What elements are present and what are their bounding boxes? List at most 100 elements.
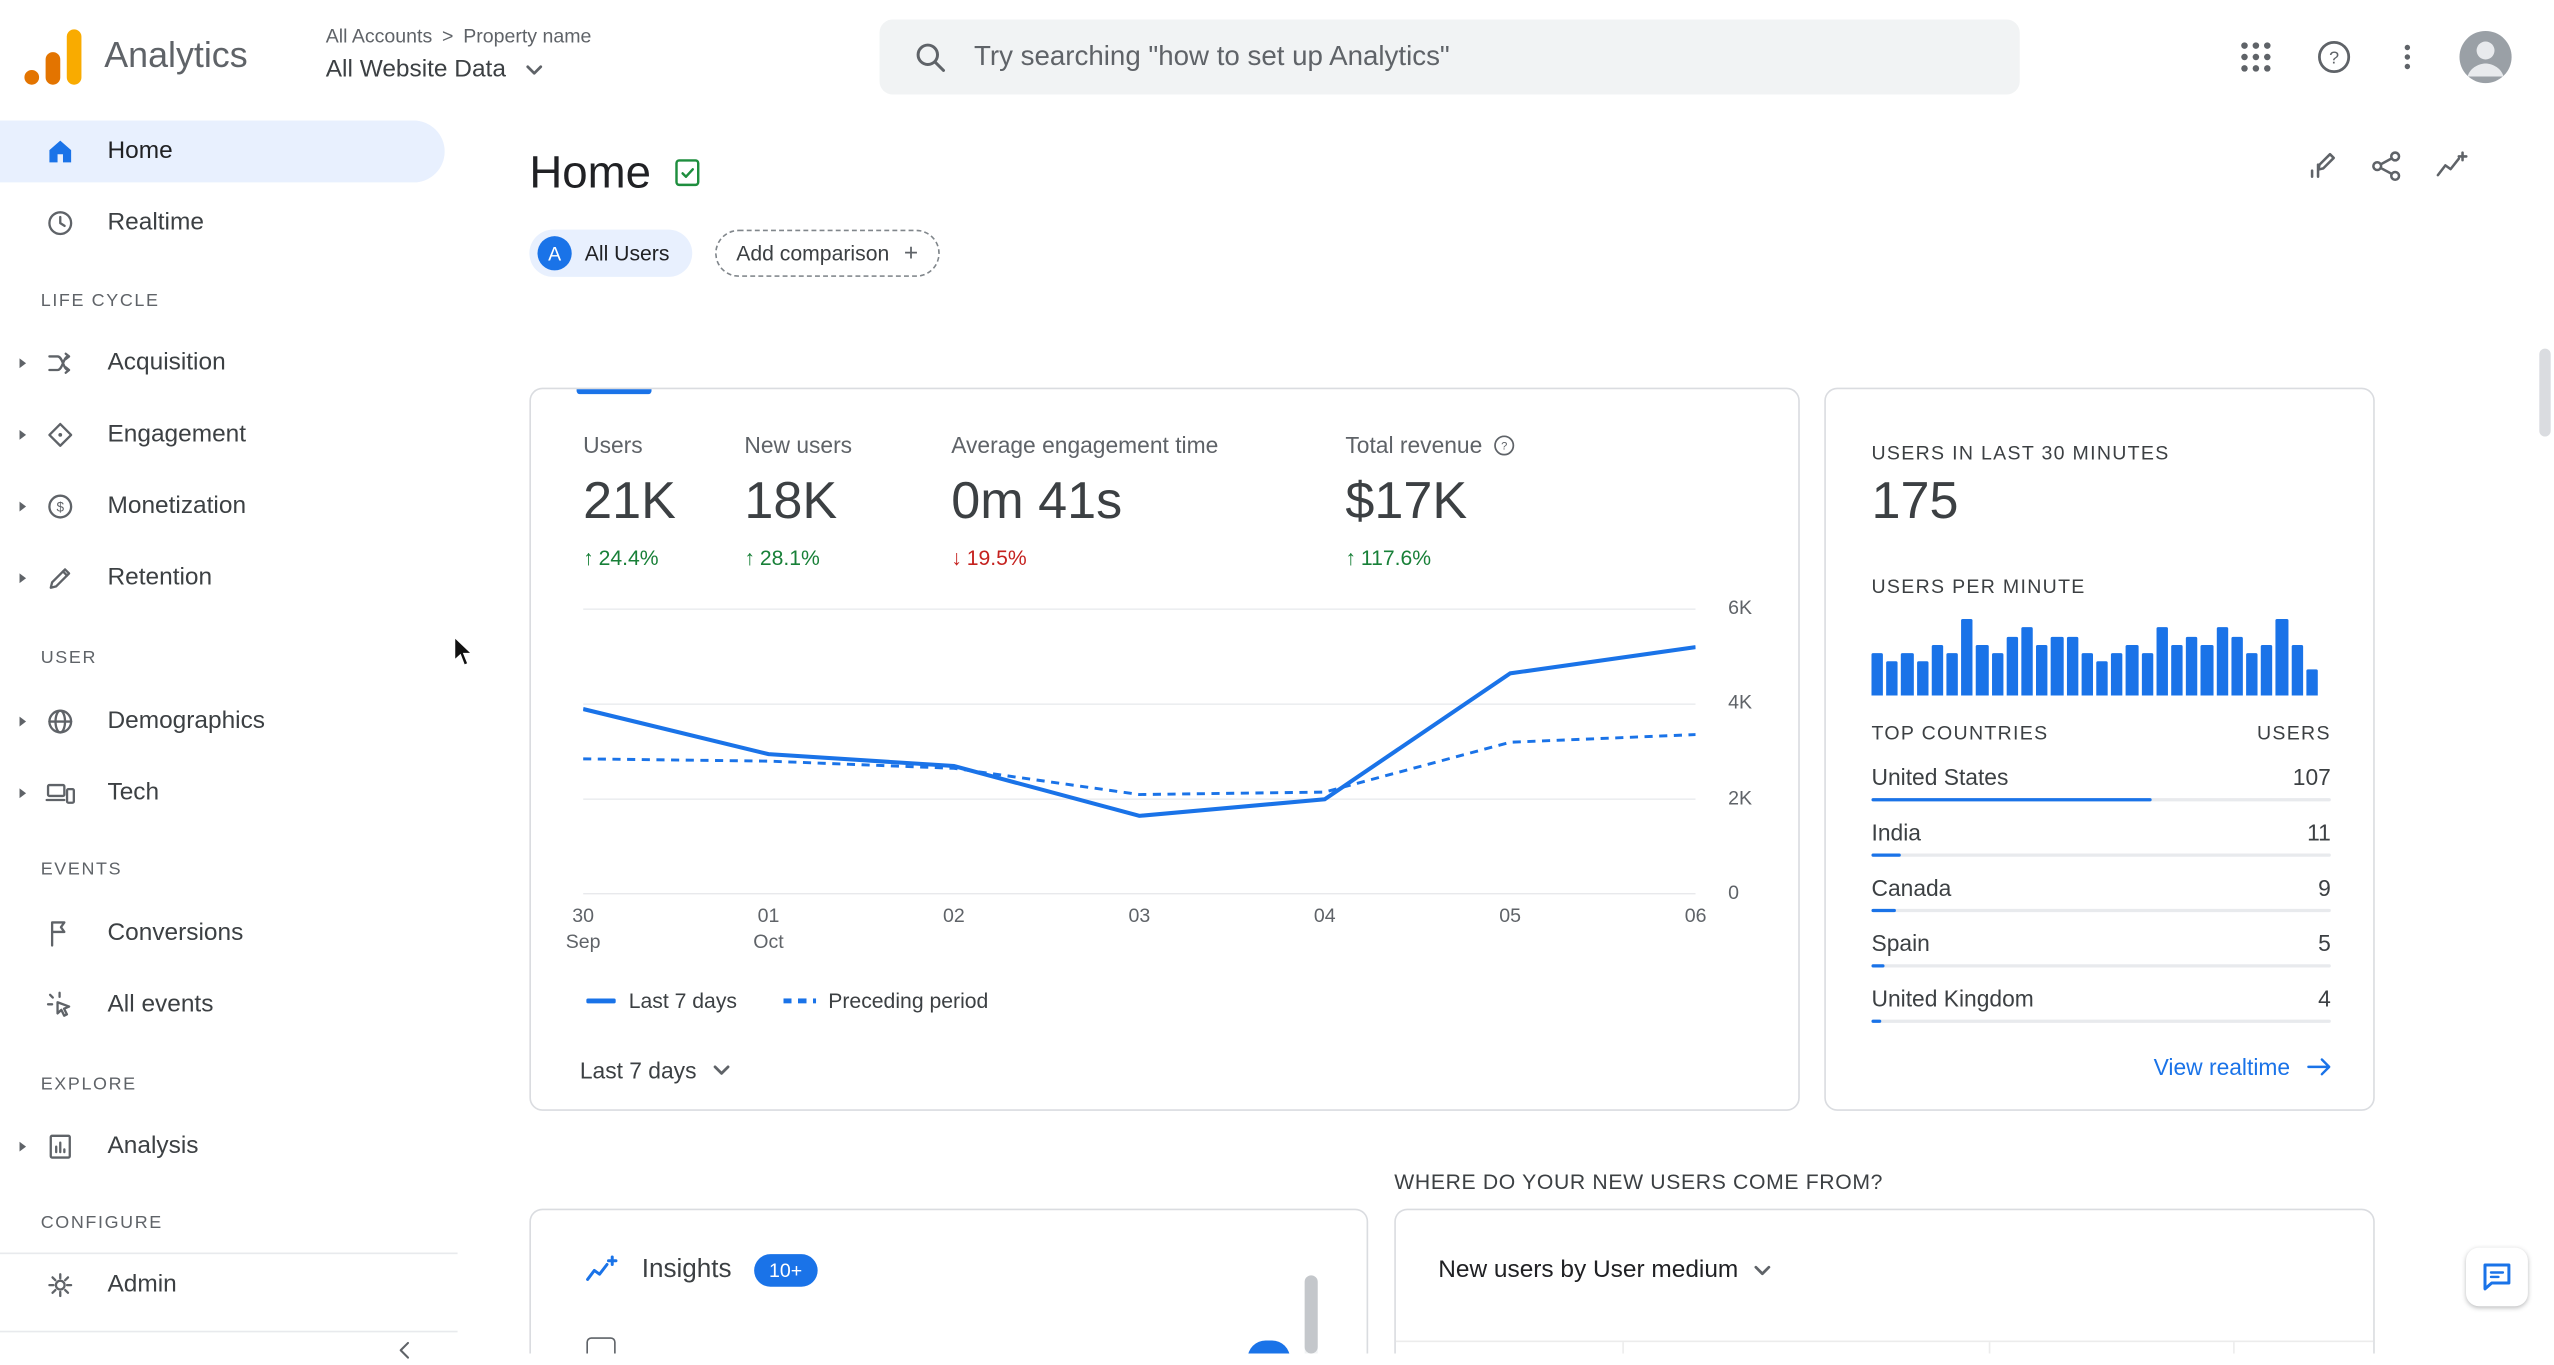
apps-grid-icon[interactable] [2236,37,2275,76]
sidebar-item-monetization[interactable]: $ Monetization [0,476,445,538]
expand-arrow-icon [19,1141,27,1152]
sidebar-item-retention[interactable]: Retention [0,547,445,609]
metric-delta: ↑ 28.1% [744,545,820,571]
property-selector[interactable]: All Website Data [326,55,542,83]
x-axis-labels: 30 Sep 01 Oct 02 03 04 05 06 [565,903,1707,953]
customize-report-icon[interactable] [2303,148,2339,184]
active-tab-indicator [576,389,652,395]
table-column-divider [1988,1342,1991,1354]
country-bar [1871,908,1896,913]
page-scrollbar-thumb[interactable] [2539,348,2551,437]
country-row: India 11 [1871,819,2331,857]
chevron-down-icon [525,64,542,74]
chat-icon [2483,1263,2511,1291]
ga-home-screen: Analytics All Accounts > Property name A… [0,0,2554,1359]
share-icon[interactable] [2368,148,2404,184]
insights-card[interactable]: Insights 10+ [529,1208,1369,1354]
topbar: Analytics All Accounts > Property name A… [0,0,2554,115]
dimension-selector[interactable]: New users by User medium [1438,1256,1771,1283]
expand-arrow-icon [19,573,27,584]
svg-text:$: $ [56,499,64,514]
chart-legend: Last 7 days Preceding period [586,989,988,1013]
breadcrumb-all-accounts[interactable]: All Accounts [326,24,432,47]
flag-icon [50,921,66,947]
arrow-right-icon [2307,1058,2331,1076]
sidebar-item-tech[interactable]: Tech [0,762,445,824]
top-countries-header: TOP COUNTRIES USERS [1871,721,2331,745]
sidebar-divider [0,1330,458,1333]
section-user: USER [40,648,98,668]
segment-badge: A [537,236,572,271]
all-users-chip[interactable]: A All Users [529,229,693,277]
help-icon[interactable]: ? [2315,37,2354,76]
report-check-icon [674,159,699,187]
legend-last-7-days: Last 7 days [586,989,737,1013]
section-events: EVENTS [40,860,123,880]
table-column-divider [1622,1342,1624,1354]
metric-new-users[interactable]: New users 18K ↑ 28.1% [744,432,852,570]
users-per-minute-title: USERS PER MINUTE [1871,574,2086,598]
sidebar-item-realtime[interactable]: Realtime [0,192,445,254]
sidebar-item-admin[interactable]: Admin [0,1254,445,1316]
insights-scrollbar-thumb[interactable] [1304,1275,1318,1354]
insights-count-badge: 10+ [754,1254,817,1287]
devices-icon [45,783,75,804]
breadcrumb-separator: > [442,24,454,48]
sidebar-item-acquisition[interactable]: Acquisition [0,332,445,394]
insight-item-badge [1247,1340,1291,1354]
search-bar[interactable] [879,19,2020,95]
expand-arrow-icon [19,788,27,799]
sidebar-item-all-events[interactable]: All events [0,974,445,1036]
view-realtime-link[interactable]: View realtime [2154,1054,2334,1080]
click-pointer-icon [46,991,71,1017]
country-row: Spain 5 [1871,930,2331,968]
search-icon [916,43,945,72]
country-bar [1871,798,2153,802]
svg-text:?: ? [1501,440,1507,452]
avatar[interactable] [2459,30,2512,84]
breadcrumb-property[interactable]: Property name [463,24,591,47]
home-icon [49,140,72,163]
add-comparison-button[interactable]: Add comparison + [715,229,940,277]
sidebar-item-conversions[interactable]: Conversions [0,902,445,964]
sidebar-item-analysis[interactable]: Analysis [0,1116,445,1178]
country-bar [1871,964,1885,968]
sidebar: Home Realtime LIFE CYCLE Acquisition Eng… [0,114,458,1359]
analytics-logo-icon[interactable] [24,26,86,88]
metric-delta: ↑ 117.6% [1345,545,1432,571]
acquisition-icon [48,352,71,374]
clock-icon [48,211,73,236]
more-options-icon[interactable] [2391,37,2424,76]
gear-icon [48,1273,73,1298]
sidebar-item-engagement[interactable]: Engagement [0,404,445,466]
insights-spark-icon [586,1255,618,1281]
search-input[interactable] [970,39,1955,75]
insights-icon[interactable] [2433,148,2469,184]
help-icon[interactable]: ? [1492,432,1516,456]
feedback-chat-button[interactable] [2466,1247,2528,1307]
table-column-divider [2233,1342,2235,1354]
solid-line-sample [586,998,616,1004]
new-users-card: New users by User medium [1394,1208,2375,1354]
expand-arrow-icon [19,430,27,440]
realtime-title: USERS IN LAST 30 MINUTES [1871,441,2170,465]
sidebar-item-home[interactable]: Home [0,120,445,183]
analysis-icon [49,1134,71,1159]
chevron-down-icon [713,1065,729,1075]
svg-text:?: ? [2329,48,2339,68]
top-countries-list: United States 107 India 11 Canada 9 Spain 5 … [1871,764,2331,1041]
section-configure: CONFIGURE [40,1213,163,1234]
metric-users[interactable]: Users 21K ↑ 24.4% [583,432,676,570]
users-trend-chart-region [583,588,1696,895]
monetization-icon: $ [48,494,73,519]
product-name: Analytics [104,34,248,75]
collapse-sidebar-icon[interactable] [391,1336,420,1365]
expand-arrow-icon [19,501,27,512]
sidebar-item-demographics[interactable]: Demographics [0,691,445,753]
date-range-selector[interactable]: Last 7 days [573,1051,735,1090]
insights-header: Insights 10+ [583,1253,817,1289]
metric-avg-engagement-time[interactable]: Average engagement time 0m 41s ↓ 19.5% [951,432,1218,570]
y-axis-labels: 6K 4K 2K 0 [1728,596,1753,904]
globe-icon [48,709,73,734]
metric-total-revenue[interactable]: Total revenue ? $17K ↑ 117.6% [1345,432,1516,570]
